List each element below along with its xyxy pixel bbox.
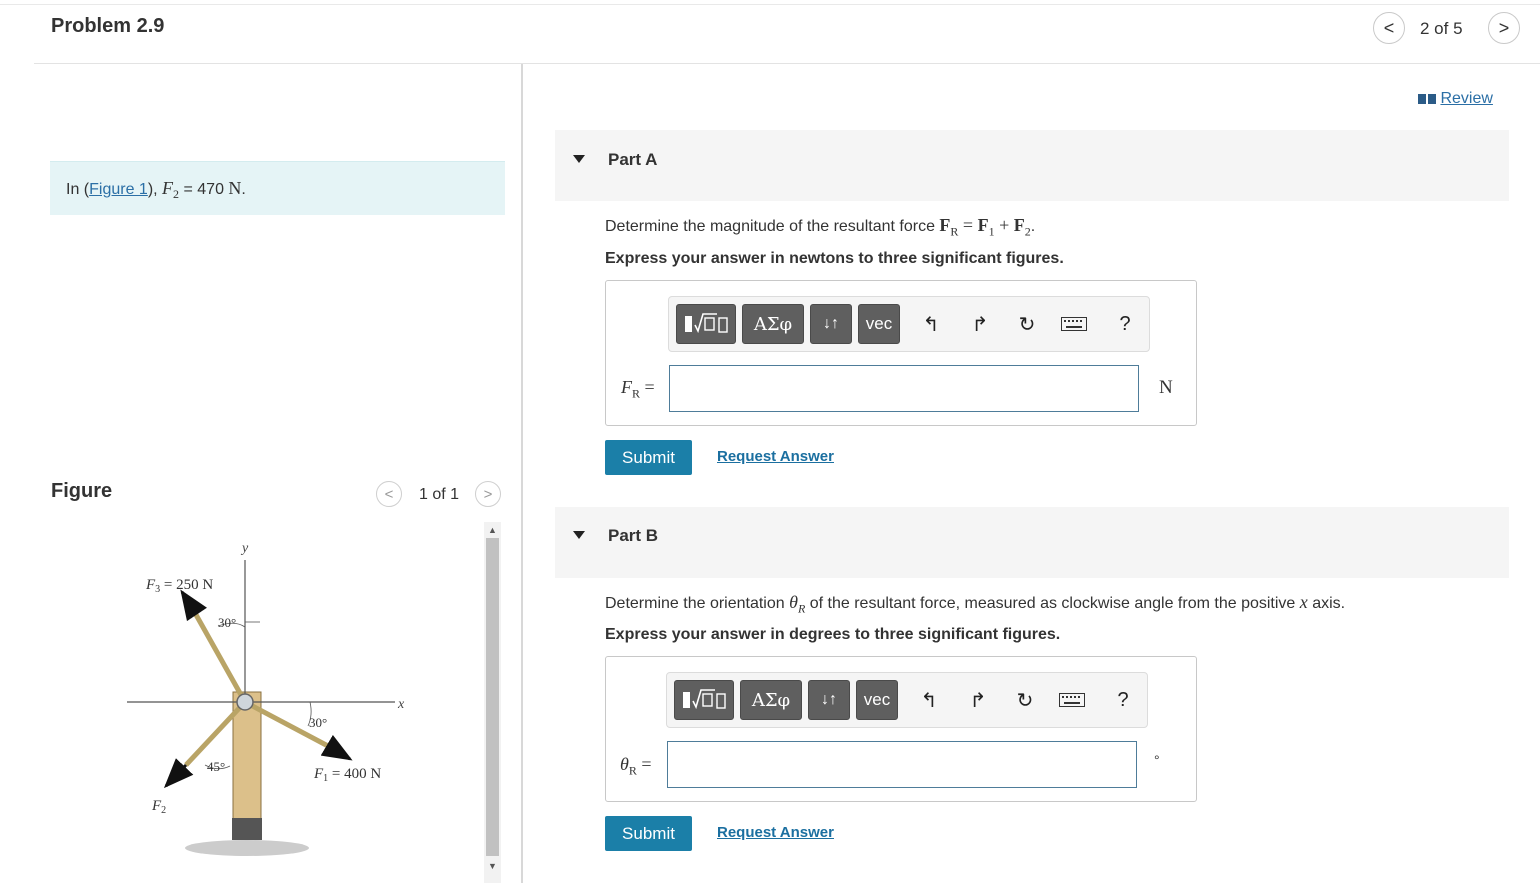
reset-button[interactable]: ↻ [1010, 685, 1040, 715]
angle-label-1: 30° [218, 615, 236, 630]
resultant-equation: FR = F1 + F2 [939, 215, 1031, 239]
subscript-button[interactable]: ↓↑ [808, 680, 850, 720]
part-a-instruction: Express your answer in newtons to three … [605, 250, 1064, 267]
redo-icon: ↱ [971, 313, 989, 336]
header-divider [34, 63, 1540, 64]
templates-button[interactable] [674, 680, 734, 720]
greek-icon: ΑΣφ [751, 689, 791, 711]
column-divider [521, 64, 523, 883]
templates-icon [683, 689, 726, 710]
figure-counter: 1 of 1 [419, 486, 460, 503]
figure-link[interactable]: Figure 1 [89, 181, 148, 198]
previous-figure-button[interactable]: < [376, 481, 402, 507]
angle-label-3: 45° [207, 759, 225, 774]
greek-button[interactable]: ΑΣφ [740, 680, 802, 720]
f3-arrow [180, 589, 207, 622]
subscript-icon: ↓↑ [821, 691, 837, 708]
collapse-caret-icon[interactable] [573, 155, 585, 163]
part-b-header[interactable] [555, 507, 1509, 578]
help-icon: ? [1117, 688, 1129, 711]
force-diagram-figure: y x F3 = 250 N 30° 30° 45° F1 = 400 N F2 [127, 541, 405, 856]
part-a-answer-input[interactable] [669, 365, 1139, 412]
x-axis-label: x [397, 697, 405, 712]
next-figure-button[interactable]: > [475, 481, 501, 507]
help-button[interactable]: ? [1110, 309, 1140, 339]
part-b-request-answer-link[interactable]: Request Answer [717, 824, 834, 841]
vector-button[interactable]: vec [856, 680, 898, 720]
subscript-button[interactable]: ↓↑ [810, 304, 852, 344]
part-b-unit: ° [1154, 752, 1160, 768]
undo-button[interactable]: ↰ [914, 685, 944, 715]
part-b-instruction: Express your answer in degrees to three … [605, 626, 1061, 643]
top-border [0, 4, 1540, 5]
greek-icon: ΑΣφ [753, 313, 793, 335]
f2-arrow [163, 758, 194, 789]
greek-button[interactable]: ΑΣφ [742, 304, 804, 344]
theta-r-symbol: θR [789, 592, 806, 616]
chevron-left-icon: < [1383, 17, 1395, 38]
scroll-up-arrow-icon[interactable]: ▲ [486, 524, 499, 536]
reset-icon: ↻ [1018, 313, 1036, 336]
angle-label-2: 30° [309, 715, 327, 730]
subscript-icon: ↓↑ [823, 315, 839, 332]
keyboard-icon [1061, 317, 1087, 331]
previous-problem-button[interactable]: < [1373, 12, 1405, 44]
part-b-answer-input[interactable] [667, 741, 1137, 788]
templates-icon [685, 313, 728, 334]
part-a-unit: N [1159, 377, 1173, 398]
redo-button[interactable]: ↱ [963, 685, 993, 715]
next-problem-button[interactable]: > [1488, 12, 1520, 44]
part-b-submit-button[interactable]: Submit [605, 816, 692, 851]
part-a-question: Determine the magnitude of the resultant… [605, 215, 1036, 239]
post-base [232, 818, 262, 840]
part-b-title: Part B [608, 526, 659, 545]
math-toolbar: ΑΣφ ↓↑ vec ↰ ↱ ↻ ? [668, 296, 1150, 352]
part-b-answer-label: θR = [620, 754, 652, 778]
part-a-answer-label: FR = [621, 377, 655, 401]
figure-heading: Figure [51, 480, 113, 502]
math-toolbar: ΑΣφ ↓↑ vec ↰ ↱ ↻ ? [666, 672, 1148, 728]
help-icon: ? [1119, 312, 1131, 335]
page-title: Problem 2.9 [51, 15, 165, 37]
undo-icon: ↰ [922, 313, 940, 336]
f3-label: F3 = 250 N [145, 577, 213, 595]
keyboard-icon [1059, 693, 1085, 707]
force-variable: F [162, 178, 174, 198]
f1-arrow [320, 734, 353, 761]
scroll-down-arrow-icon[interactable]: ▼ [486, 860, 499, 872]
reset-button[interactable]: ↻ [1012, 309, 1042, 339]
undo-button[interactable]: ↰ [916, 309, 946, 339]
vector-icon: vec [863, 690, 891, 709]
chevron-right-icon: > [483, 485, 493, 503]
book-icon [1418, 93, 1436, 104]
part-b-question: Determine the orientation θR of the resu… [605, 592, 1346, 616]
part-a-submit-button[interactable]: Submit [605, 440, 692, 475]
chevron-left-icon: < [384, 485, 394, 503]
y-axis-label: y [240, 541, 249, 556]
vector-button[interactable]: vec [858, 304, 900, 344]
part-a-request-answer-link[interactable]: Request Answer [717, 448, 834, 465]
problem-counter: 2 of 5 [1420, 19, 1463, 38]
redo-icon: ↱ [969, 689, 987, 712]
part-a-header[interactable] [555, 130, 1509, 201]
f2-label: F2 [151, 798, 166, 816]
redo-button[interactable]: ↱ [965, 309, 995, 339]
undo-icon: ↰ [920, 689, 938, 712]
ground-shadow [185, 840, 309, 856]
review-link[interactable]: Review [1418, 90, 1493, 108]
reset-icon: ↻ [1016, 689, 1034, 712]
vector-icon: vec [865, 314, 893, 333]
help-button[interactable]: ? [1108, 685, 1138, 715]
scrollbar-thumb[interactable] [486, 538, 499, 856]
collapse-caret-icon[interactable] [573, 531, 585, 539]
part-a-title: Part A [608, 150, 658, 169]
problem-statement: In (Figure 1), F2 = 470 N. [66, 178, 246, 202]
keyboard-button[interactable] [1057, 685, 1087, 715]
templates-button[interactable] [676, 304, 736, 344]
f1-label: F1 = 400 N [313, 766, 381, 784]
ring [236, 693, 254, 711]
unit: N [228, 178, 242, 198]
chevron-right-icon: > [1498, 17, 1510, 38]
keyboard-button[interactable] [1059, 309, 1089, 339]
